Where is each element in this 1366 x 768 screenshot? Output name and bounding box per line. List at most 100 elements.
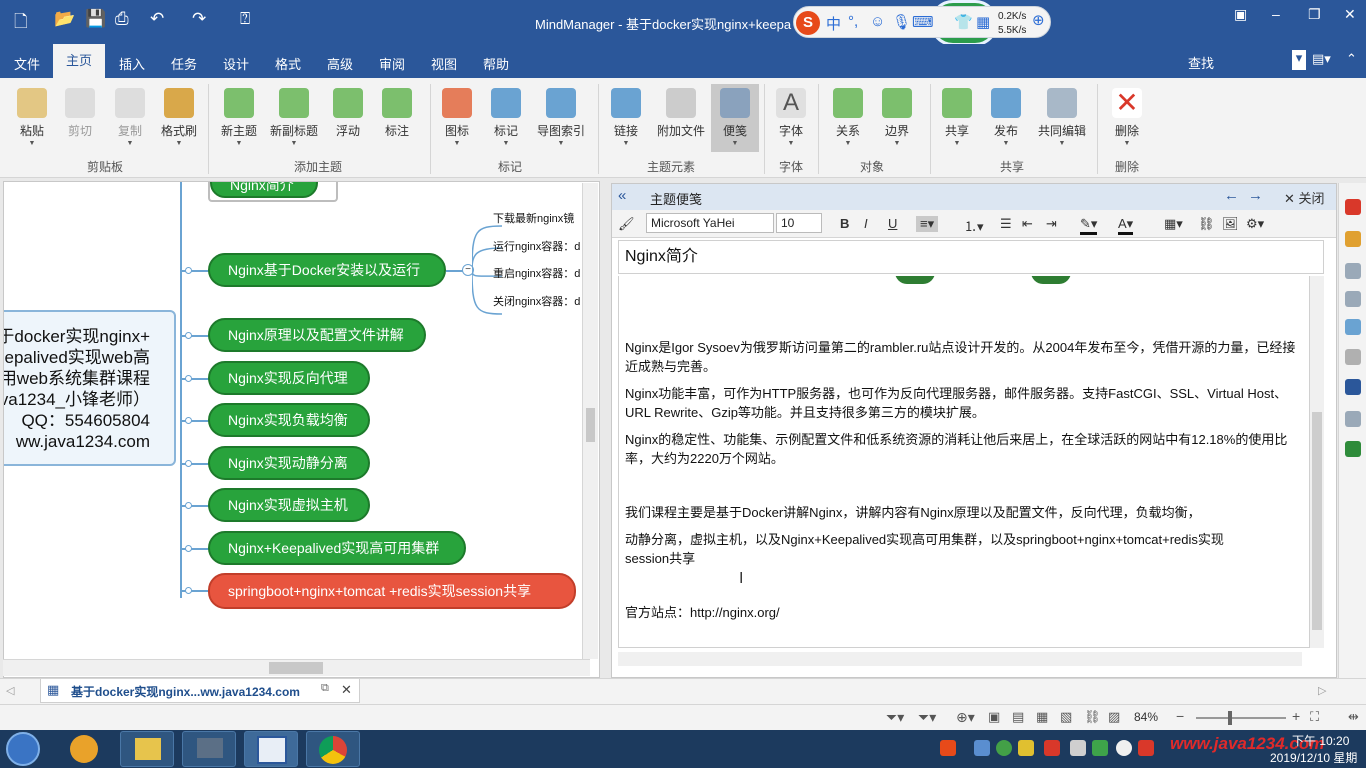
scrollbar-thumb[interactable]: [586, 408, 595, 442]
note-title[interactable]: Nginx简介: [618, 240, 1324, 274]
indent-icon[interactable]: ⇥: [1046, 216, 1057, 232]
document-tab[interactable]: ▦ 基于docker实现nginx...ww.java1234.com ⧉ ✕: [40, 679, 360, 703]
keyboard-icon[interactable]: ⌨: [912, 13, 934, 31]
network-tray-icon[interactable]: [974, 740, 990, 756]
scrollbar-thumb[interactable]: [1312, 412, 1322, 630]
boundary-button[interactable]: 边界 ▼: [873, 86, 921, 147]
new-subtopic-button[interactable]: 新副标题 ▼: [266, 86, 322, 147]
mind-map-canvas[interactable]: 于docker实现nginx+ epalived实现web高 用web系统集群课…: [3, 181, 600, 678]
zoom-slider[interactable]: [1196, 711, 1286, 725]
outdent-icon[interactable]: ⇤: [1022, 216, 1033, 232]
search-dropdown-icon[interactable]: ▾: [1292, 50, 1306, 70]
topic-keepalived[interactable]: Nginx+Keepalived实现高可用集群: [208, 531, 466, 565]
subtopic-item[interactable]: 重启nginx容器：d: [493, 265, 580, 281]
font-color-icon[interactable]: A▾: [1118, 216, 1134, 235]
cut-button[interactable]: 剪切: [56, 86, 104, 139]
tab-task[interactable]: 任务: [171, 54, 197, 73]
close-window-icon[interactable]: ✕: [1344, 6, 1356, 23]
scroll-right-icon[interactable]: ▷: [1318, 684, 1326, 697]
notes-vertical-scrollbar[interactable]: [1310, 276, 1324, 648]
central-topic[interactable]: 于docker实现nginx+ epalived实现web高 用web系统集群课…: [4, 310, 176, 466]
align-left-icon[interactable]: ≡▾: [916, 216, 939, 232]
library-icon[interactable]: [1345, 319, 1361, 335]
open-folder-icon[interactable]: 📂: [54, 9, 75, 29]
layout-icon[interactable]: ▤▾: [1312, 51, 1331, 67]
properties-icon[interactable]: [1345, 379, 1361, 395]
maximize-icon[interactable]: ❐: [1308, 6, 1321, 23]
publish-button[interactable]: 发布 ▼: [982, 86, 1030, 147]
notes-horizontal-scrollbar[interactable]: [618, 652, 1302, 666]
copy-button[interactable]: 复制 ▼: [106, 86, 154, 147]
shield-tray-icon[interactable]: [1092, 740, 1108, 756]
new-topic-button[interactable]: 新主题 ▼: [215, 86, 263, 147]
close-notes-button[interactable]: ✕ 关闭: [1284, 188, 1325, 207]
share-button[interactable]: 共享 ▼: [933, 86, 981, 147]
ribbon-display-icon[interactable]: ▣: [1234, 6, 1247, 23]
map-parts-icon[interactable]: [1345, 291, 1361, 307]
note-body-editor[interactable]: Nginx是Igor Sysoev为俄罗斯访问量第二的rambler.ru站点设…: [618, 276, 1310, 648]
attach-file-button[interactable]: 附加文件: [652, 86, 710, 139]
relationship-button[interactable]: 关系 ▼: [824, 86, 872, 147]
ime-mode-label[interactable]: 中: [826, 13, 841, 34]
minimize-icon[interactable]: –: [1272, 6, 1280, 22]
alert-tray-icon[interactable]: [1138, 740, 1154, 756]
scroll-left-icon[interactable]: ◁: [6, 684, 14, 697]
excel-icon[interactable]: [1345, 441, 1361, 457]
tab-review[interactable]: 审阅: [379, 54, 405, 73]
format-brush-icon[interactable]: 🖌: [618, 216, 635, 232]
image-icon[interactable]: 🖼: [1222, 216, 1239, 232]
topic-static-dynamic[interactable]: Nginx实现动静分离: [208, 446, 370, 480]
tab-help[interactable]: 帮助: [483, 54, 509, 73]
usb-tray-icon[interactable]: [1070, 740, 1086, 756]
emoji-icon[interactable]: ☺: [870, 13, 885, 30]
table-icon[interactable]: ▦▾: [1164, 216, 1183, 232]
add-tray-icon[interactable]: [996, 740, 1012, 756]
app-tray-icon[interactable]: [1044, 740, 1060, 756]
topic-reverse-proxy[interactable]: Nginx实现反向代理: [208, 361, 370, 395]
map-index-button[interactable]: 导图索引 ▼: [532, 86, 590, 147]
print-icon[interactable]: ⎙: [115, 9, 129, 29]
ribbon-collapse-icon[interactable]: ⌃: [1346, 51, 1357, 67]
more-tools-icon[interactable]: ⚙▾: [1246, 216, 1264, 232]
tab-home[interactable]: 主页: [53, 44, 105, 78]
prev-note-icon[interactable]: ←: [1224, 187, 1239, 204]
focus-icon[interactable]: ⊕▾: [956, 709, 975, 726]
undo-icon[interactable]: ↶: [150, 9, 164, 29]
skin-icon[interactable]: 👕: [954, 13, 973, 31]
format-painter-button[interactable]: 格式刷 ▼: [155, 86, 203, 147]
tab-file[interactable]: 文件: [14, 54, 40, 73]
help-icon[interactable]: ⍰: [240, 9, 250, 29]
italic-icon[interactable]: I: [864, 216, 868, 231]
tab-insert[interactable]: 插入: [119, 54, 145, 73]
redo-icon[interactable]: ↷: [192, 9, 206, 29]
new-file-icon[interactable]: 🗋: [14, 9, 28, 38]
filter-advanced-icon[interactable]: ⏷▾: [918, 709, 936, 726]
taskbar-app-remote-desktop[interactable]: [182, 731, 236, 767]
map-view-icon[interactable]: ▣: [988, 709, 1000, 725]
filter-icon[interactable]: ⏷▾: [886, 709, 904, 726]
zoom-out-icon[interactable]: −: [1176, 708, 1184, 724]
start-button[interactable]: [6, 732, 40, 766]
ime-add-icon[interactable]: ⊕: [1032, 11, 1045, 29]
punctuation-icon[interactable]: °,: [848, 13, 858, 30]
search-panel-icon[interactable]: [1345, 349, 1361, 365]
qq-tray-icon[interactable]: [1116, 740, 1132, 756]
coedit-button[interactable]: 共同编辑 ▼: [1033, 86, 1091, 147]
sogou-tray-icon[interactable]: [940, 740, 956, 756]
font-button[interactable]: A 字体 ▼: [767, 86, 815, 147]
paste-button[interactable]: 粘贴 ▼: [8, 86, 56, 147]
font-size-select[interactable]: 10: [776, 213, 822, 233]
map-vertical-scrollbar[interactable]: [582, 183, 598, 659]
taskbar-app-explorer[interactable]: [120, 731, 174, 767]
bullet-list-icon[interactable]: ☰: [1000, 216, 1012, 232]
zoom-in-icon[interactable]: +: [1292, 708, 1300, 724]
gantt-view-icon[interactable]: ▧: [1060, 709, 1072, 725]
security-tray-icon[interactable]: [1018, 740, 1034, 756]
underline-icon[interactable]: U: [888, 216, 897, 231]
tab-advanced[interactable]: 高级: [327, 54, 353, 73]
numbered-list-icon[interactable]: ⒈▾: [964, 216, 984, 235]
topic-session-share[interactable]: springboot+nginx+tomcat +redis实现session共…: [208, 573, 576, 609]
balance-icon[interactable]: ⇹: [1348, 709, 1359, 725]
outline-view-icon[interactable]: ▤: [1012, 709, 1024, 725]
icons-button[interactable]: 图标 ▼: [433, 86, 481, 147]
